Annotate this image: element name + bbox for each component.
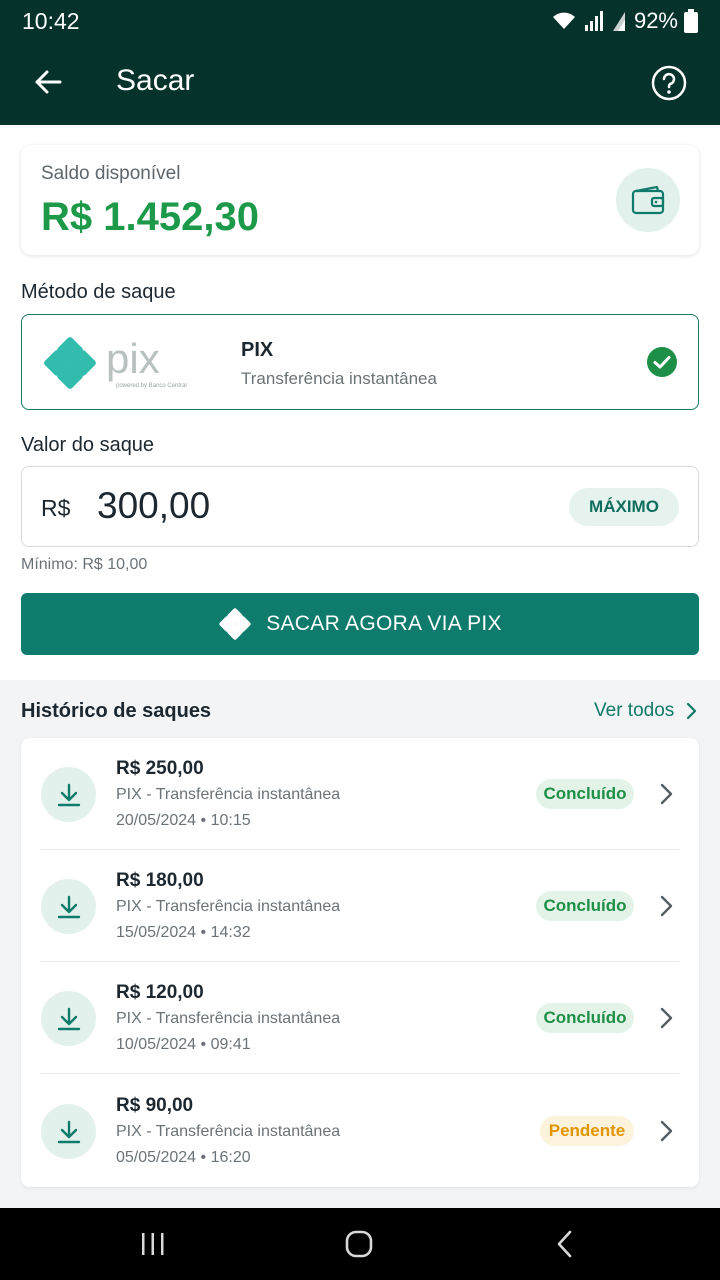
download-icon	[57, 1120, 80, 1143]
amount-field[interactable]: R$ MÁXIMO	[21, 466, 699, 547]
home-icon[interactable]	[342, 1228, 376, 1260]
item-amount: R$ 90,00	[116, 1095, 194, 1116]
download-icon	[57, 895, 80, 918]
system-nav-bar	[0, 1208, 720, 1280]
method-section-label: Método de saque	[21, 281, 176, 303]
check-circle-icon	[647, 347, 677, 377]
pix-logo-graphic: pix powered by Banco Central	[44, 335, 187, 389]
download-badge	[41, 879, 96, 934]
signal-icon	[584, 11, 603, 31]
download-icon	[57, 783, 80, 806]
pix-logo: pix powered by Banco Central	[44, 335, 204, 391]
download-badge	[41, 767, 96, 822]
item-amount: R$ 180,00	[116, 870, 204, 891]
method-subtitle: Transferência instantânea	[241, 369, 437, 388]
withdraw-now-button[interactable]: SACAR AGORA VIA PIX	[21, 593, 699, 655]
chevron-right-icon	[660, 783, 673, 805]
item-description: PIX - Transferência instantânea	[116, 786, 341, 803]
chevron-right-icon	[660, 1007, 673, 1029]
history-item[interactable]: R$ 120,00 PIX - Transferência instantâne…	[21, 962, 699, 1074]
minimum-note: Mínimo: R$ 10,00	[21, 556, 148, 573]
back-arrow-icon[interactable]	[28, 62, 68, 102]
item-date: 05/05/2024 • 16:20	[116, 1149, 251, 1166]
history-item[interactable]: R$ 250,00 PIX - Transferência instantâne…	[21, 738, 699, 850]
item-amount: R$ 250,00	[116, 758, 204, 779]
item-amount: R$ 120,00	[116, 982, 204, 1003]
app-header: 10:42 92% Sacar	[0, 0, 720, 125]
balance-card: Saldo disponível R$ 1.452,30	[21, 145, 699, 255]
battery-icon	[684, 9, 698, 33]
withdraw-now-label: SACAR AGORA VIA PIX	[266, 612, 502, 635]
history-item[interactable]: R$ 90,00 PIX - Transferência instantânea…	[21, 1075, 699, 1187]
download-badge	[41, 991, 96, 1046]
recent-apps-icon[interactable]	[136, 1228, 170, 1260]
item-date: 10/05/2024 • 09:41	[116, 1036, 251, 1053]
download-badge	[41, 1104, 96, 1159]
chevron-right-icon	[660, 1120, 673, 1142]
history-title: Histórico de saques	[21, 700, 212, 722]
status-time: 10:42	[22, 8, 80, 34]
amount-section-label: Valor do saque	[21, 434, 155, 456]
item-date: 15/05/2024 • 14:32	[116, 924, 251, 941]
page-title: Sacar	[116, 64, 195, 97]
chevron-right-icon	[687, 702, 697, 720]
svg-text:powered by Banco Central: powered by Banco Central	[116, 383, 187, 389]
download-icon	[57, 1007, 80, 1030]
system-icons: 92%	[550, 6, 698, 36]
pix-method-option[interactable]: pix powered by Banco Central PIX Transfe…	[21, 314, 699, 410]
history-list: R$ 250,00 PIX - Transferência instantâne…	[21, 738, 699, 1187]
status-badge: Pendente	[540, 1116, 634, 1146]
help-icon[interactable]	[650, 64, 688, 102]
item-date: 20/05/2024 • 10:15	[116, 812, 251, 829]
signal-secondary-icon	[612, 12, 625, 31]
status-bar: 10:42 92%	[0, 0, 720, 42]
method-name: PIX	[241, 339, 274, 361]
amount-input[interactable]	[97, 485, 397, 527]
chevron-right-icon	[660, 895, 673, 917]
currency-prefix: R$	[41, 495, 71, 521]
pix-icon	[219, 608, 251, 640]
history-item[interactable]: R$ 180,00 PIX - Transferência instantâne…	[21, 850, 699, 962]
status-badge: Concluído	[536, 779, 634, 809]
status-badge: Concluído	[536, 891, 634, 921]
max-button[interactable]: MÁXIMO	[569, 488, 679, 526]
see-all-label: Ver todos	[594, 700, 675, 721]
wallet-badge	[616, 168, 680, 232]
balance-label: Saldo disponível	[41, 163, 181, 184]
balance-value: R$ 1.452,30	[41, 195, 259, 239]
divider	[41, 1073, 679, 1074]
svg-text:pix: pix	[106, 335, 160, 382]
wallet-icon	[631, 185, 665, 215]
see-all-link[interactable]: Ver todos	[594, 700, 698, 722]
back-icon[interactable]	[549, 1228, 583, 1260]
item-description: PIX - Transferência instantânea	[116, 898, 341, 915]
battery-percent: 92%	[633, 8, 678, 33]
item-description: PIX - Transferência instantânea	[116, 1123, 341, 1140]
status-badge: Concluído	[536, 1003, 634, 1033]
item-description: PIX - Transferência instantânea	[116, 1010, 341, 1027]
wifi-icon	[552, 12, 575, 29]
